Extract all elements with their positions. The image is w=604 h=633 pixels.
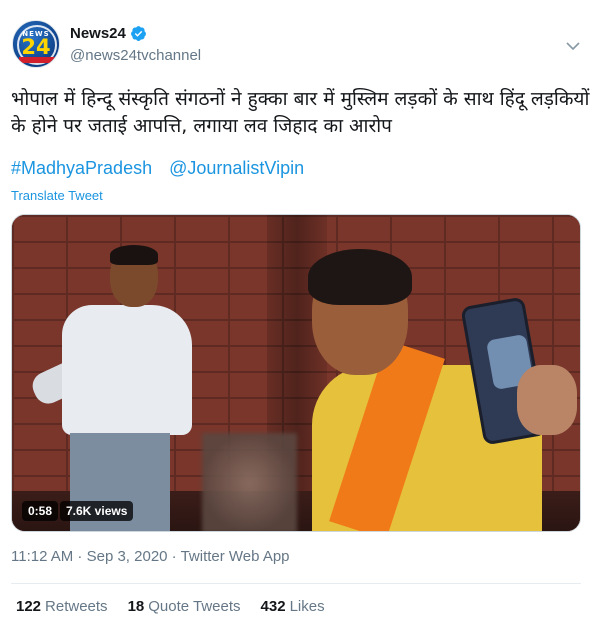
video-views-badge: 7.6K views [60, 501, 134, 521]
hashtag-row: #MadhyaPradesh @JournalistVipin [11, 158, 316, 179]
quote-tweets-stat[interactable]: 18 Quote Tweets [128, 598, 241, 615]
verified-badge-icon [130, 26, 146, 41]
profile-avatar[interactable]: NEWS 24 [12, 20, 60, 68]
video-figure-left-hair [110, 245, 158, 265]
mention-journalistvipin[interactable]: @JournalistVipin [169, 158, 304, 178]
likes-label: Likes [289, 598, 325, 615]
avatar-logo-strip [19, 57, 55, 63]
meta-separator: · [167, 548, 181, 565]
tweet-source[interactable]: Twitter Web App [181, 548, 290, 565]
video-figure-left [62, 305, 192, 435]
meta-separator: · [73, 548, 87, 565]
avatar-logo-number: 24 [21, 35, 51, 59]
engagement-stats: 122 Retweets 18 Quote Tweets 432 Likes [16, 598, 345, 615]
video-player[interactable]: 0:58 7.6K views [11, 214, 581, 532]
retweets-count: 122 [16, 598, 42, 615]
chevron-down-icon[interactable] [565, 38, 581, 54]
tweet-card: NEWS 24 News24 @news24tvchannel भोपाल मे… [0, 0, 604, 633]
quote-tweets-label: Quote Tweets [148, 598, 241, 615]
author-handle[interactable]: @news24tvchannel [70, 47, 201, 64]
retweets-label: Retweets [45, 598, 108, 615]
translate-tweet-link[interactable]: Translate Tweet [11, 188, 103, 203]
video-duration-badge: 0:58 [22, 501, 59, 521]
video-figure-right-hair [308, 249, 412, 305]
quote-tweets-count: 18 [127, 598, 145, 615]
video-hand [517, 365, 577, 435]
retweets-stat[interactable]: 122 Retweets [16, 598, 108, 615]
tweet-meta: 11:12 AM · Sep 3, 2020 · Twitter Web App [11, 548, 290, 565]
hashtag-madhyapradesh[interactable]: #MadhyaPradesh [11, 158, 152, 178]
likes-count: 432 [260, 598, 286, 615]
author-display-name[interactable]: News24 [70, 25, 126, 42]
likes-stat[interactable]: 432 Likes [261, 598, 325, 615]
tweet-date[interactable]: Sep 3, 2020 [87, 548, 168, 565]
tweet-text: भोपाल में हिन्दू संस्कृति संगठनों ने हुक… [11, 88, 590, 137]
author-name-row[interactable]: News24 [70, 25, 147, 42]
video-blurred-region [202, 433, 297, 531]
tweet-time[interactable]: 11:12 AM [11, 548, 73, 565]
divider [11, 583, 581, 584]
